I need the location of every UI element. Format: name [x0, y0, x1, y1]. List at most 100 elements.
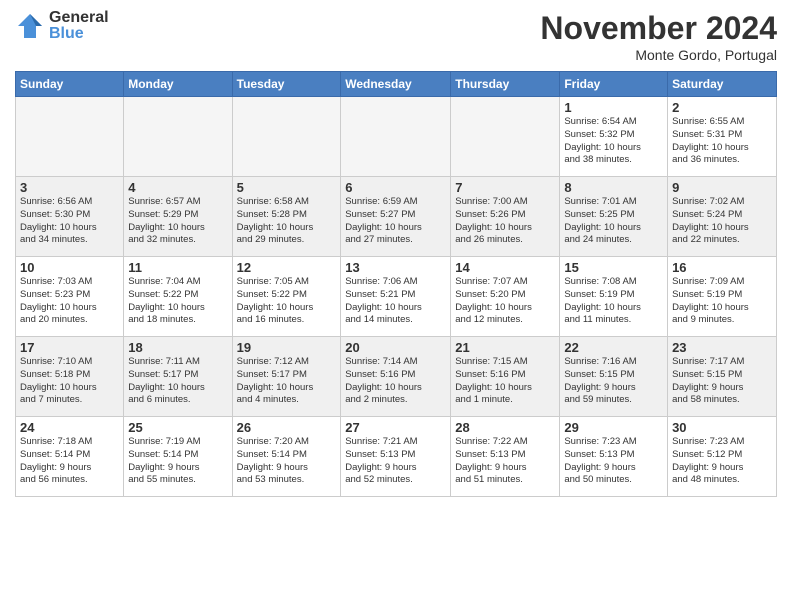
day-info: Sunrise: 7:09 AM Sunset: 5:19 PM Dayligh… — [672, 276, 772, 327]
day-number: 21 — [455, 340, 555, 355]
calendar-day: 27Sunrise: 7:21 AM Sunset: 5:13 PM Dayli… — [341, 417, 451, 497]
calendar-day: 26Sunrise: 7:20 AM Sunset: 5:14 PM Dayli… — [232, 417, 341, 497]
day-info: Sunrise: 7:18 AM Sunset: 5:14 PM Dayligh… — [20, 436, 119, 487]
calendar-day: 14Sunrise: 7:07 AM Sunset: 5:20 PM Dayli… — [451, 257, 560, 337]
calendar-day: 2Sunrise: 6:55 AM Sunset: 5:31 PM Daylig… — [668, 97, 777, 177]
day-info: Sunrise: 7:19 AM Sunset: 5:14 PM Dayligh… — [128, 436, 227, 487]
day-number: 16 — [672, 260, 772, 275]
day-number: 11 — [128, 260, 227, 275]
calendar-week-5: 24Sunrise: 7:18 AM Sunset: 5:14 PM Dayli… — [16, 417, 777, 497]
day-info: Sunrise: 7:21 AM Sunset: 5:13 PM Dayligh… — [345, 436, 446, 487]
calendar-day: 10Sunrise: 7:03 AM Sunset: 5:23 PM Dayli… — [16, 257, 124, 337]
day-number: 2 — [672, 100, 772, 115]
day-number: 13 — [345, 260, 446, 275]
day-info: Sunrise: 7:03 AM Sunset: 5:23 PM Dayligh… — [20, 276, 119, 327]
location: Monte Gordo, Portugal — [540, 47, 777, 63]
header: General Blue November 2024 Monte Gordo, … — [15, 10, 777, 63]
calendar-day: 3Sunrise: 6:56 AM Sunset: 5:30 PM Daylig… — [16, 177, 124, 257]
weekday-header-thursday: Thursday — [451, 72, 560, 97]
day-number: 6 — [345, 180, 446, 195]
day-info: Sunrise: 7:02 AM Sunset: 5:24 PM Dayligh… — [672, 196, 772, 247]
calendar-day: 17Sunrise: 7:10 AM Sunset: 5:18 PM Dayli… — [16, 337, 124, 417]
day-info: Sunrise: 7:00 AM Sunset: 5:26 PM Dayligh… — [455, 196, 555, 247]
calendar-day: 20Sunrise: 7:14 AM Sunset: 5:16 PM Dayli… — [341, 337, 451, 417]
calendar-day: 11Sunrise: 7:04 AM Sunset: 5:22 PM Dayli… — [124, 257, 232, 337]
calendar-day — [124, 97, 232, 177]
day-info: Sunrise: 7:11 AM Sunset: 5:17 PM Dayligh… — [128, 356, 227, 407]
weekday-header-friday: Friday — [560, 72, 668, 97]
day-number: 10 — [20, 260, 119, 275]
day-number: 15 — [564, 260, 663, 275]
day-info: Sunrise: 6:57 AM Sunset: 5:29 PM Dayligh… — [128, 196, 227, 247]
calendar-day: 16Sunrise: 7:09 AM Sunset: 5:19 PM Dayli… — [668, 257, 777, 337]
day-number: 7 — [455, 180, 555, 195]
day-number: 14 — [455, 260, 555, 275]
calendar-week-2: 3Sunrise: 6:56 AM Sunset: 5:30 PM Daylig… — [16, 177, 777, 257]
day-info: Sunrise: 7:15 AM Sunset: 5:16 PM Dayligh… — [455, 356, 555, 407]
day-info: Sunrise: 6:54 AM Sunset: 5:32 PM Dayligh… — [564, 116, 663, 167]
day-info: Sunrise: 7:04 AM Sunset: 5:22 PM Dayligh… — [128, 276, 227, 327]
day-number: 4 — [128, 180, 227, 195]
calendar-day — [341, 97, 451, 177]
calendar-day — [16, 97, 124, 177]
logo-icon — [15, 11, 45, 41]
calendar-day: 7Sunrise: 7:00 AM Sunset: 5:26 PM Daylig… — [451, 177, 560, 257]
day-number: 18 — [128, 340, 227, 355]
calendar-day: 22Sunrise: 7:16 AM Sunset: 5:15 PM Dayli… — [560, 337, 668, 417]
day-number: 27 — [345, 420, 446, 435]
day-number: 5 — [237, 180, 337, 195]
day-info: Sunrise: 7:17 AM Sunset: 5:15 PM Dayligh… — [672, 356, 772, 407]
month-title: November 2024 — [540, 10, 777, 47]
day-number: 22 — [564, 340, 663, 355]
calendar-table: SundayMondayTuesdayWednesdayThursdayFrid… — [15, 71, 777, 497]
weekday-header-saturday: Saturday — [668, 72, 777, 97]
day-info: Sunrise: 7:12 AM Sunset: 5:17 PM Dayligh… — [237, 356, 337, 407]
day-info: Sunrise: 7:20 AM Sunset: 5:14 PM Dayligh… — [237, 436, 337, 487]
calendar-day: 28Sunrise: 7:22 AM Sunset: 5:13 PM Dayli… — [451, 417, 560, 497]
day-number: 30 — [672, 420, 772, 435]
calendar-day: 24Sunrise: 7:18 AM Sunset: 5:14 PM Dayli… — [16, 417, 124, 497]
day-info: Sunrise: 7:08 AM Sunset: 5:19 PM Dayligh… — [564, 276, 663, 327]
day-info: Sunrise: 7:23 AM Sunset: 5:13 PM Dayligh… — [564, 436, 663, 487]
day-info: Sunrise: 7:10 AM Sunset: 5:18 PM Dayligh… — [20, 356, 119, 407]
day-info: Sunrise: 7:05 AM Sunset: 5:22 PM Dayligh… — [237, 276, 337, 327]
calendar-header: SundayMondayTuesdayWednesdayThursdayFrid… — [16, 72, 777, 97]
calendar-day: 12Sunrise: 7:05 AM Sunset: 5:22 PM Dayli… — [232, 257, 341, 337]
day-info: Sunrise: 6:59 AM Sunset: 5:27 PM Dayligh… — [345, 196, 446, 247]
weekday-header-sunday: Sunday — [16, 72, 124, 97]
calendar-day: 15Sunrise: 7:08 AM Sunset: 5:19 PM Dayli… — [560, 257, 668, 337]
calendar-day: 23Sunrise: 7:17 AM Sunset: 5:15 PM Dayli… — [668, 337, 777, 417]
day-info: Sunrise: 6:55 AM Sunset: 5:31 PM Dayligh… — [672, 116, 772, 167]
calendar-day: 1Sunrise: 6:54 AM Sunset: 5:32 PM Daylig… — [560, 97, 668, 177]
calendar-day — [451, 97, 560, 177]
weekday-header-wednesday: Wednesday — [341, 72, 451, 97]
day-number: 8 — [564, 180, 663, 195]
calendar-day: 25Sunrise: 7:19 AM Sunset: 5:14 PM Dayli… — [124, 417, 232, 497]
day-info: Sunrise: 7:14 AM Sunset: 5:16 PM Dayligh… — [345, 356, 446, 407]
day-info: Sunrise: 7:23 AM Sunset: 5:12 PM Dayligh… — [672, 436, 772, 487]
logo: General Blue — [15, 10, 109, 42]
logo-blue-text: Blue — [49, 26, 109, 42]
calendar-day: 5Sunrise: 6:58 AM Sunset: 5:28 PM Daylig… — [232, 177, 341, 257]
calendar-day: 4Sunrise: 6:57 AM Sunset: 5:29 PM Daylig… — [124, 177, 232, 257]
day-info: Sunrise: 6:56 AM Sunset: 5:30 PM Dayligh… — [20, 196, 119, 247]
calendar-day: 8Sunrise: 7:01 AM Sunset: 5:25 PM Daylig… — [560, 177, 668, 257]
calendar-day: 30Sunrise: 7:23 AM Sunset: 5:12 PM Dayli… — [668, 417, 777, 497]
day-number: 12 — [237, 260, 337, 275]
calendar-week-4: 17Sunrise: 7:10 AM Sunset: 5:18 PM Dayli… — [16, 337, 777, 417]
day-number: 23 — [672, 340, 772, 355]
day-info: Sunrise: 7:07 AM Sunset: 5:20 PM Dayligh… — [455, 276, 555, 327]
calendar-day: 6Sunrise: 6:59 AM Sunset: 5:27 PM Daylig… — [341, 177, 451, 257]
calendar-body: 1Sunrise: 6:54 AM Sunset: 5:32 PM Daylig… — [16, 97, 777, 497]
calendar-day: 21Sunrise: 7:15 AM Sunset: 5:16 PM Dayli… — [451, 337, 560, 417]
calendar-day: 19Sunrise: 7:12 AM Sunset: 5:17 PM Dayli… — [232, 337, 341, 417]
day-number: 3 — [20, 180, 119, 195]
calendar-day — [232, 97, 341, 177]
calendar-day: 13Sunrise: 7:06 AM Sunset: 5:21 PM Dayli… — [341, 257, 451, 337]
day-number: 20 — [345, 340, 446, 355]
day-number: 19 — [237, 340, 337, 355]
day-number: 25 — [128, 420, 227, 435]
day-number: 26 — [237, 420, 337, 435]
logo-text: General Blue — [49, 10, 109, 42]
weekday-header-tuesday: Tuesday — [232, 72, 341, 97]
